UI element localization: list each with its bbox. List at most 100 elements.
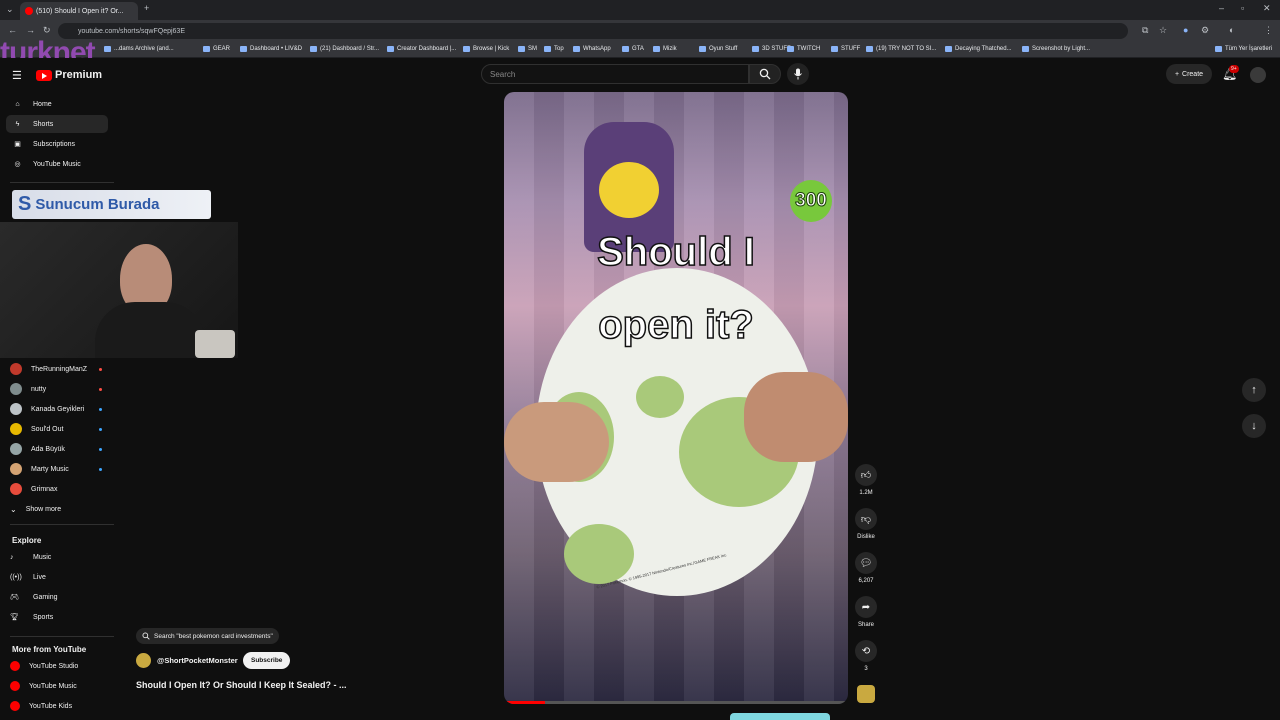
subscription-item[interactable]: Grimnax [10,481,106,497]
comments-button[interactable]: 💬︎ [855,552,877,574]
chrome-menu-icon[interactable]: ⋮ [1264,25,1273,36]
subscription-item[interactable]: Marty Music [10,461,106,477]
create-button[interactable]: + Create [1166,64,1212,84]
short-title[interactable]: Should I Open It? Or Should I Keep It Se… [136,680,347,690]
bookmark-item[interactable]: Creator Dashboard |... [387,46,456,52]
search-suggestion-chip[interactable]: Search "best pokemon card investments" [136,628,279,644]
notification-badge: 9+ [1229,65,1239,73]
bookmark-item[interactable]: STUFF [831,46,860,52]
url-field[interactable]: youtube.com/shorts/sqwFQepj63E [58,23,1128,39]
subscription-label: Ada Büyük [31,445,65,453]
sidebar-item-youtube-music[interactable]: ◎ YouTube Music [6,155,108,173]
sound-thumbnail[interactable] [857,685,875,703]
new-content-dot [99,367,102,371]
subscription-item[interactable]: TheRunningManZ [10,361,106,377]
sidebar-item-gaming[interactable]: 🎮︎ Gaming [10,589,106,605]
voice-search-button[interactable] [787,63,809,85]
sidebar-item-youtube-studio[interactable]: YouTube Studio [10,658,106,674]
sidebar-item-label: YouTube Music [29,682,77,690]
bookmark-item[interactable]: Mizik [653,46,677,52]
bookmark-item[interactable]: TWITCH [787,46,820,52]
extension-icon[interactable]: ● [1183,25,1188,35]
bookmark-item[interactable]: SM [518,46,537,52]
bookmark-item[interactable]: (19) TRY NOT TO SI... [866,46,936,52]
browser-tab[interactable]: (510) Should I Open it? Or... [20,2,138,20]
folder-icon [203,46,210,52]
bookmark-label: WhatsApp [583,46,611,52]
channel-name[interactable]: @ShortPocketMonster [157,656,238,665]
count-badge-text: 300 [795,190,828,212]
minimize-icon[interactable]: – [1219,3,1224,13]
remix-button[interactable]: ⟲ [855,640,877,662]
sidebar-item-youtube-kids[interactable]: YouTube Kids [10,698,106,714]
bookmark-item[interactable]: WhatsApp [573,46,611,52]
reload-icon[interactable]: ↻ [43,25,51,36]
comment-count: 6,207 [858,578,874,584]
bookmark-item[interactable]: Decaying Thatched... [945,46,1012,52]
bookmark-item[interactable]: Browse | Kick [463,46,509,52]
bookmark-item[interactable]: Dashboard • LIV&D [240,46,302,52]
sidebar-item-label: Live [33,573,46,581]
bookmark-item[interactable]: Oyun Stuff [699,46,737,52]
search-suggestion-text: Search "best pokemon card investments" [154,632,273,640]
hamburger-menu-icon[interactable]: ☰ [12,69,22,82]
new-content-dot [99,467,102,471]
sidebar-item-youtube-music[interactable]: YouTube Music [10,678,106,694]
bookmark-item[interactable]: GTA [622,46,644,52]
install-icon[interactable]: ⧉ [1142,25,1148,36]
pikachu-face [599,162,659,218]
bookmark-star-icon[interactable]: ☆ [1159,25,1167,36]
previous-short-button[interactable]: ↑ [1242,378,1266,402]
bookmark-item[interactable]: Tüm Yer İşaretleri [1215,46,1272,52]
sidebar-item-subscriptions[interactable]: ▣ Subscriptions [6,135,108,153]
bookmark-item[interactable]: Top [544,46,564,52]
next-short-peek[interactable] [730,713,830,720]
bookmark-item[interactable]: ...dams Archive (and... [104,46,174,52]
bookmark-item[interactable]: (21) Dashboard / Str... [310,46,379,52]
dislike-button[interactable]: 👎︎ [855,508,877,530]
channel-avatar[interactable] [136,653,151,668]
dislike-label: Dislike [857,534,875,540]
maximize-icon[interactable]: ▫ [1241,3,1244,13]
tab-search-icon[interactable]: ⌄ [6,4,14,15]
plus-icon: + [1174,70,1180,78]
subscription-item[interactable]: nutty [10,381,106,397]
new-tab-icon[interactable]: + [144,3,149,13]
show-more-button[interactable]: ⌄ Show more [10,501,106,517]
subscription-item[interactable]: Soul'd Out [10,421,106,437]
comments-action: 💬︎ 6,207 [854,552,878,584]
sidebar-item-live[interactable]: ((•)) Live [10,569,106,585]
search-input[interactable]: Search [481,64,749,84]
forward-icon[interactable]: → [26,25,35,35]
bookmark-item[interactable]: 3D STUFF [752,46,791,52]
sidebar-item-sports[interactable]: 🏆︎ Sports [10,609,106,625]
bookmark-label: Dashboard • LIV&D [250,46,303,52]
profile-icon[interactable]: ◐ [1229,25,1234,35]
sidebar-item-music[interactable]: ♪ Music [10,549,106,565]
sidebar-item-shorts[interactable]: ϟ Shorts [6,115,108,133]
folder-icon [310,46,317,52]
extensions-puzzle-icon[interactable]: ⚙ [1201,25,1209,36]
sidebar-item-home[interactable]: ⌂ Home [6,95,108,113]
avatar[interactable] [1250,67,1266,83]
next-short-button[interactable]: ↓ [1242,414,1266,438]
subscribe-button[interactable]: Subscribe [243,652,291,669]
like-button[interactable]: 👍︎ [855,464,877,486]
bookmark-item[interactable]: Screenshot by Light... [1022,46,1090,52]
subscription-item[interactable]: Ada Büyük [10,441,106,457]
shorts-video-player[interactable]: 300 © 2017 Pokémon. © 1995-2017 Nintendo… [504,92,848,704]
progress-bar[interactable] [504,701,848,704]
share-action: ➦ Share [854,596,878,628]
back-icon[interactable]: ← [8,25,17,35]
folder-icon [752,46,759,52]
search-button[interactable] [749,64,781,84]
share-button[interactable]: ➦ [855,596,877,618]
browser-tab-bar: ⌄ (510) Should I Open it? Or... + – ▫ ✕ [0,0,1280,20]
close-window-icon[interactable]: ✕ [1263,3,1271,14]
youtube-logo[interactable]: Premium [36,69,102,81]
bookmark-item[interactable]: GEAR [203,46,230,52]
bookmark-label: SM [528,46,537,52]
left-hand [504,402,609,482]
channel-avatar [10,403,22,415]
subscription-item[interactable]: Kanada Geyikleri [10,401,106,417]
